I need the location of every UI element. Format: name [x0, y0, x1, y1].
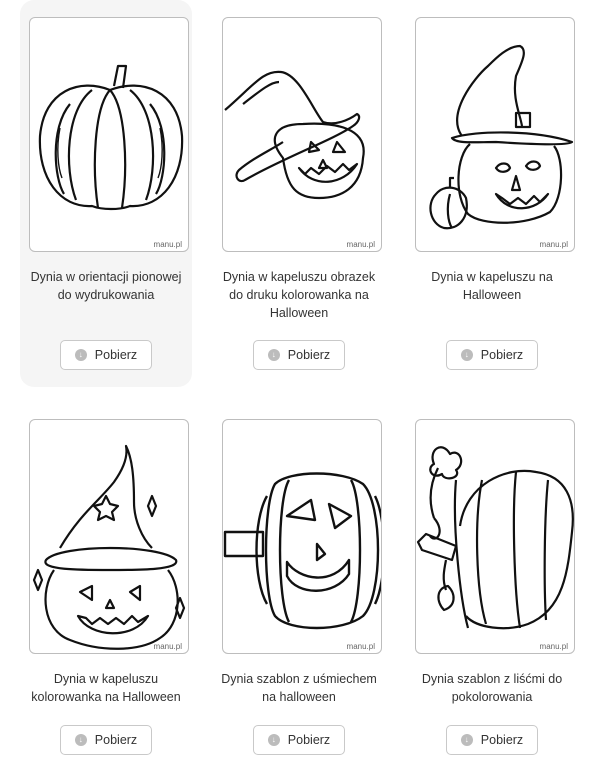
download-button[interactable]: ↓ Pobierz [446, 340, 538, 370]
pumpkin-witch-hat-star-image [32, 444, 186, 650]
download-button[interactable]: ↓ Pobierz [60, 340, 152, 370]
watermark: manu.pl [153, 642, 182, 651]
download-button-label: Pobierz [480, 348, 524, 362]
download-icon: ↓ [460, 734, 473, 746]
card-title[interactable]: Dynia szablon z liśćmi do pokolorowania [406, 670, 578, 706]
coloring-card[interactable]: manu.pl Dynia w kapeluszu obrazek do dru… [213, 0, 385, 387]
coloring-thumbnail[interactable]: manu.pl [222, 419, 382, 654]
pumpkin-smile-template-image [223, 472, 381, 630]
download-icon: ↓ [267, 349, 280, 361]
watermark: manu.pl [153, 240, 182, 249]
download-icon: ↓ [74, 349, 87, 361]
coloring-card[interactable]: manu.pl Dynia szablon z uśmiechem na hal… [213, 402, 385, 778]
download-button[interactable]: ↓ Pobierz [60, 725, 152, 755]
pumpkin-leaves-template-image [416, 446, 574, 630]
download-button-label: Pobierz [94, 348, 138, 362]
coloring-card[interactable]: manu.pl Dynia w orientacji pionowej do w… [20, 0, 192, 387]
coloring-pages-grid: manu.pl Dynia w orientacji pionowej do w… [0, 0, 600, 778]
download-button-label: Pobierz [287, 348, 331, 362]
coloring-card[interactable]: manu.pl Dynia w kapeluszu kolorowanka na… [20, 402, 192, 778]
download-button[interactable]: ↓ Pobierz [446, 725, 538, 755]
pumpkin-upright-image [38, 64, 184, 211]
coloring-card[interactable]: manu.pl Dynia w kapeluszu na Halloween ↓… [406, 0, 578, 387]
download-icon: ↓ [460, 349, 473, 361]
card-title[interactable]: Dynia szablon z uśmiechem na halloween [213, 670, 385, 706]
coloring-card[interactable]: manu.pl Dynia szablon z liśćmi do pokolo… [406, 402, 578, 778]
coloring-thumbnail[interactable]: manu.pl [29, 419, 189, 654]
coloring-thumbnail[interactable]: manu.pl [222, 17, 382, 252]
card-title[interactable]: Dynia w kapeluszu na Halloween [406, 268, 578, 304]
coloring-thumbnail[interactable]: manu.pl [29, 17, 189, 252]
coloring-thumbnail[interactable]: manu.pl [415, 419, 575, 654]
download-icon: ↓ [267, 734, 280, 746]
download-button[interactable]: ↓ Pobierz [253, 340, 345, 370]
pumpkin-witch-hat-image [224, 70, 365, 200]
download-icon: ↓ [74, 734, 87, 746]
watermark: manu.pl [346, 240, 375, 249]
card-title[interactable]: Dynia w kapeluszu obrazek do druku kolor… [213, 268, 385, 322]
card-title[interactable]: Dynia w orientacji pionowej do wydrukowa… [20, 268, 192, 304]
download-button[interactable]: ↓ Pobierz [253, 725, 345, 755]
watermark: manu.pl [346, 642, 375, 651]
coloring-thumbnail[interactable]: manu.pl [415, 17, 575, 252]
card-title[interactable]: Dynia w kapeluszu kolorowanka na Hallowe… [20, 670, 192, 706]
download-button-label: Pobierz [287, 733, 331, 747]
watermark: manu.pl [539, 240, 568, 249]
download-button-label: Pobierz [94, 733, 138, 747]
download-button-label: Pobierz [480, 733, 524, 747]
watermark: manu.pl [539, 642, 568, 651]
pumpkin-witch-hat-small-pumpkin-image [429, 44, 574, 230]
